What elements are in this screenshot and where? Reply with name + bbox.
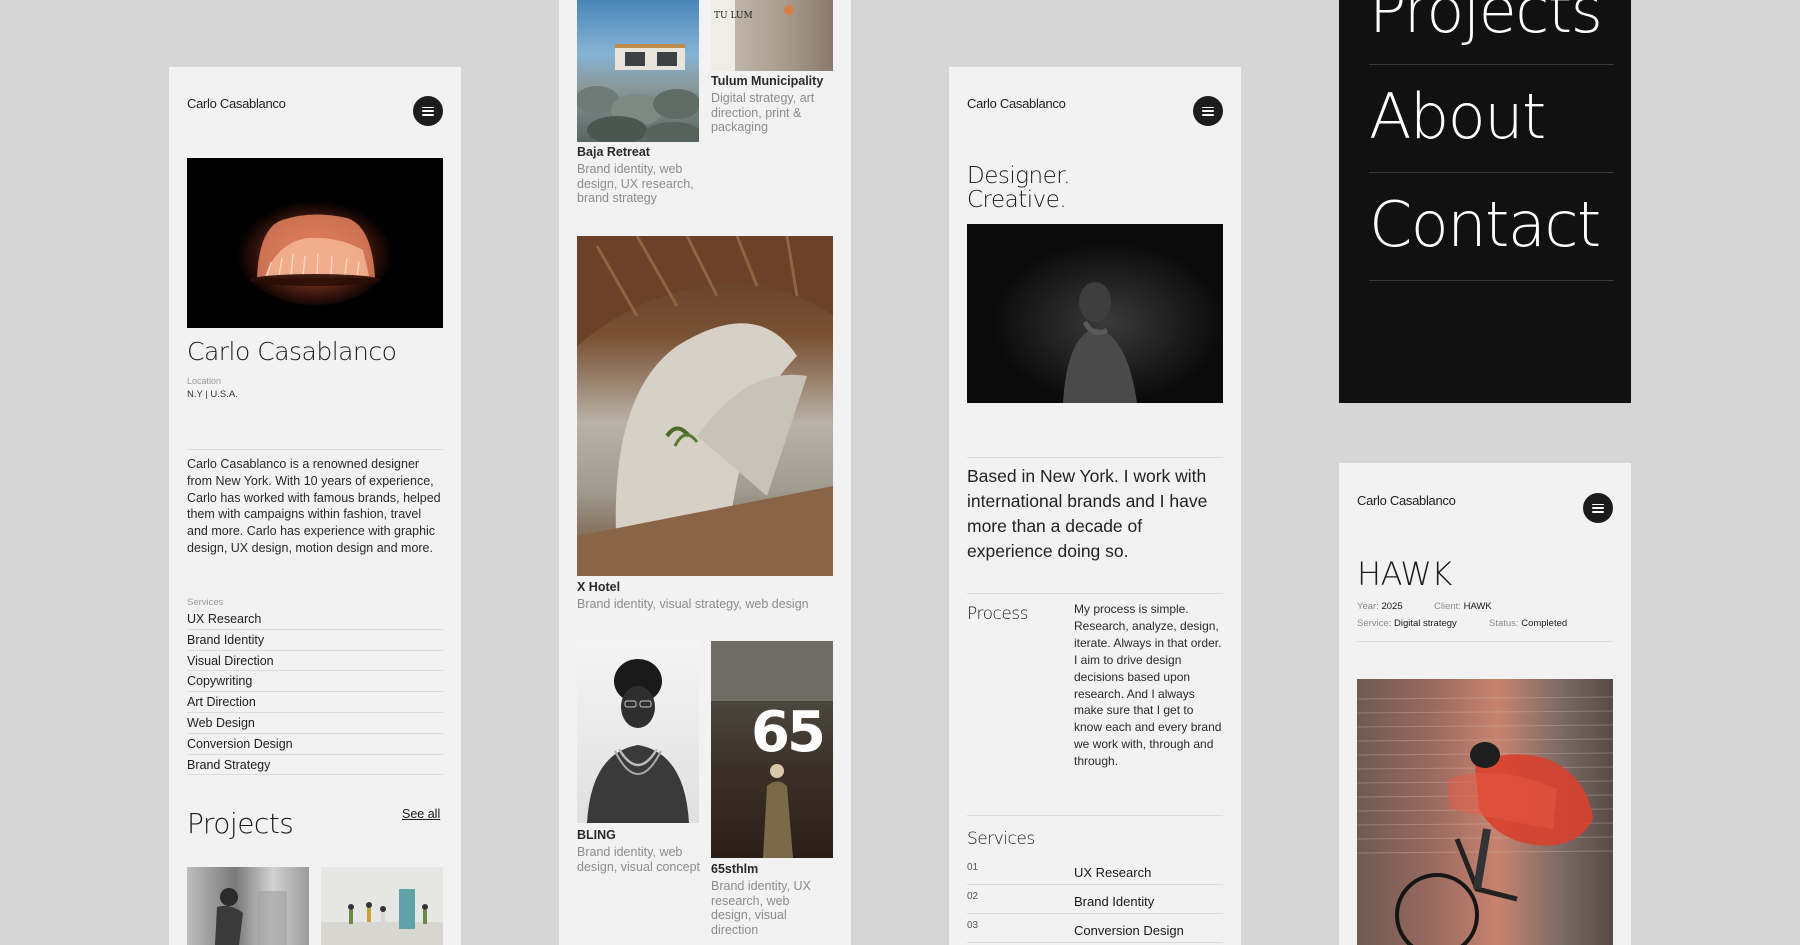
poster-number-text: 65 xyxy=(751,700,823,765)
screen-profile: Carlo Casablanco Carlo Casablanco Locati… xyxy=(169,67,461,945)
service-item: Visual Direction xyxy=(187,651,443,672)
divider xyxy=(967,593,1223,594)
bio-text: Carlo Casablanco is a renowned designer … xyxy=(187,457,441,555)
meta-value: Completed xyxy=(1521,618,1568,629)
meta-service: Service: Digital strategy xyxy=(1357,618,1457,629)
menu-item-projects[interactable]: Projects xyxy=(1369,0,1603,47)
service-label: UX Research xyxy=(1074,865,1152,880)
menu-divider xyxy=(1369,280,1614,281)
service-number: 01 xyxy=(967,862,979,873)
services-list: 01 UX Research 02 Brand Identity 03 Conv… xyxy=(967,856,1223,943)
process-text: My process is simple. Research, analyze,… xyxy=(1074,602,1222,769)
menu-divider xyxy=(1369,172,1614,173)
project-title[interactable]: X Hotel xyxy=(577,580,620,594)
services-title: Services xyxy=(967,829,1035,849)
divider xyxy=(1357,641,1613,642)
menu-button[interactable] xyxy=(1193,96,1223,126)
process-title: Process xyxy=(967,604,1029,624)
divider xyxy=(187,449,443,450)
meta-label: Year: xyxy=(1357,601,1379,612)
service-item: Copywriting xyxy=(187,671,443,693)
menu-button[interactable] xyxy=(413,96,443,126)
service-item: Web Design xyxy=(187,713,443,734)
service-item: UX Research xyxy=(187,609,443,630)
project-thumb-runner[interactable] xyxy=(187,867,309,945)
meta-label: Status: xyxy=(1489,618,1519,629)
brand-logo[interactable]: Carlo Casablanco xyxy=(1357,493,1456,508)
menu-divider xyxy=(1369,64,1614,65)
project-desc: Digital strategy, art direction, print &… xyxy=(711,91,815,134)
project-desc: Brand identity, UX research, web design,… xyxy=(711,879,811,937)
project-title[interactable]: 65sthlm xyxy=(711,862,758,876)
project-title[interactable]: Tulum Municipality xyxy=(711,74,823,88)
service-row: 02 Brand Identity xyxy=(967,885,1223,914)
meta-client: Client: HAWK xyxy=(1434,601,1492,612)
tulum-sign-text: TU LUM xyxy=(714,11,753,21)
profile-name: Carlo Casablanco xyxy=(187,337,397,366)
projects-title: Projects xyxy=(187,807,294,840)
meta-value: 2025 xyxy=(1381,601,1403,612)
hamburger-icon xyxy=(1202,106,1214,116)
project-image-bling[interactable] xyxy=(577,641,699,823)
menu-item-contact[interactable]: Contact xyxy=(1369,188,1601,261)
service-item: Brand Identity xyxy=(187,630,443,651)
service-number: 03 xyxy=(967,920,979,931)
service-row: 01 UX Research xyxy=(967,856,1223,885)
services-label: Services xyxy=(187,597,224,608)
service-item: Conversion Design xyxy=(187,734,443,755)
hamburger-icon xyxy=(1592,503,1604,513)
hero-image xyxy=(187,158,443,328)
meta-label: Client: xyxy=(1434,601,1461,612)
screen-projects-grid: Baja Retreat Brand identity, web design,… xyxy=(559,0,851,945)
project-title[interactable]: Baja Retreat xyxy=(577,145,650,159)
service-label: Brand Identity xyxy=(1074,894,1155,909)
project-image-65sthlm[interactable]: 65 xyxy=(711,641,833,858)
see-all-link[interactable]: See all xyxy=(402,807,440,821)
divider xyxy=(967,457,1223,458)
screen-project-detail: Carlo Casablanco HAWK Year: 2025 Client:… xyxy=(1339,463,1631,945)
project-image-tulum[interactable]: TU LUM xyxy=(711,0,833,71)
project-hero-image xyxy=(1357,679,1613,945)
project-image-xhotel[interactable] xyxy=(577,236,833,576)
service-row: 03 Conversion Design xyxy=(967,914,1223,943)
meta-status: Status: Completed xyxy=(1489,618,1567,629)
brand-logo[interactable]: Carlo Casablanco xyxy=(187,96,286,111)
service-item: Brand Strategy xyxy=(187,755,443,776)
meta-label: Service: xyxy=(1357,618,1392,629)
screen-menu: Projects About Contact xyxy=(1339,0,1631,403)
brand-logo[interactable]: Carlo Casablanco xyxy=(967,96,1066,111)
location-value: N.Y | U.S.A. xyxy=(187,389,238,400)
hamburger-icon xyxy=(422,106,434,116)
project-title: HAWK xyxy=(1357,555,1452,593)
project-title[interactable]: BLING xyxy=(577,828,616,842)
menu-item-about[interactable]: About xyxy=(1369,80,1546,153)
divider xyxy=(967,815,1223,816)
location-label: Location xyxy=(187,376,222,386)
service-number: 02 xyxy=(967,891,979,902)
meta-value: HAWK xyxy=(1463,601,1492,612)
intro-text: Based in New York. I work with internati… xyxy=(967,466,1208,561)
headline-line-1: Designer. xyxy=(967,163,1070,189)
meta-value: Digital strategy xyxy=(1393,618,1457,629)
project-thumb-dancers[interactable] xyxy=(321,867,443,945)
service-label: Conversion Design xyxy=(1074,923,1184,938)
project-desc: Brand identity, web design, UX research,… xyxy=(577,162,694,205)
project-desc: Brand identity, web design, visual conce… xyxy=(577,845,700,874)
project-desc: Brand identity, visual strategy, web des… xyxy=(577,597,809,611)
screen-about: Carlo Casablanco Designer. Creative. Bas… xyxy=(949,67,1241,945)
portrait-image xyxy=(967,224,1223,403)
project-image-baja[interactable] xyxy=(577,0,699,142)
headline-line-2: Creative. xyxy=(967,187,1067,213)
meta-year: Year: 2025 xyxy=(1357,601,1403,612)
services-list: UX Research Brand Identity Visual Direct… xyxy=(187,609,443,776)
menu-button[interactable] xyxy=(1583,493,1613,523)
service-item: Art Direction xyxy=(187,692,443,713)
